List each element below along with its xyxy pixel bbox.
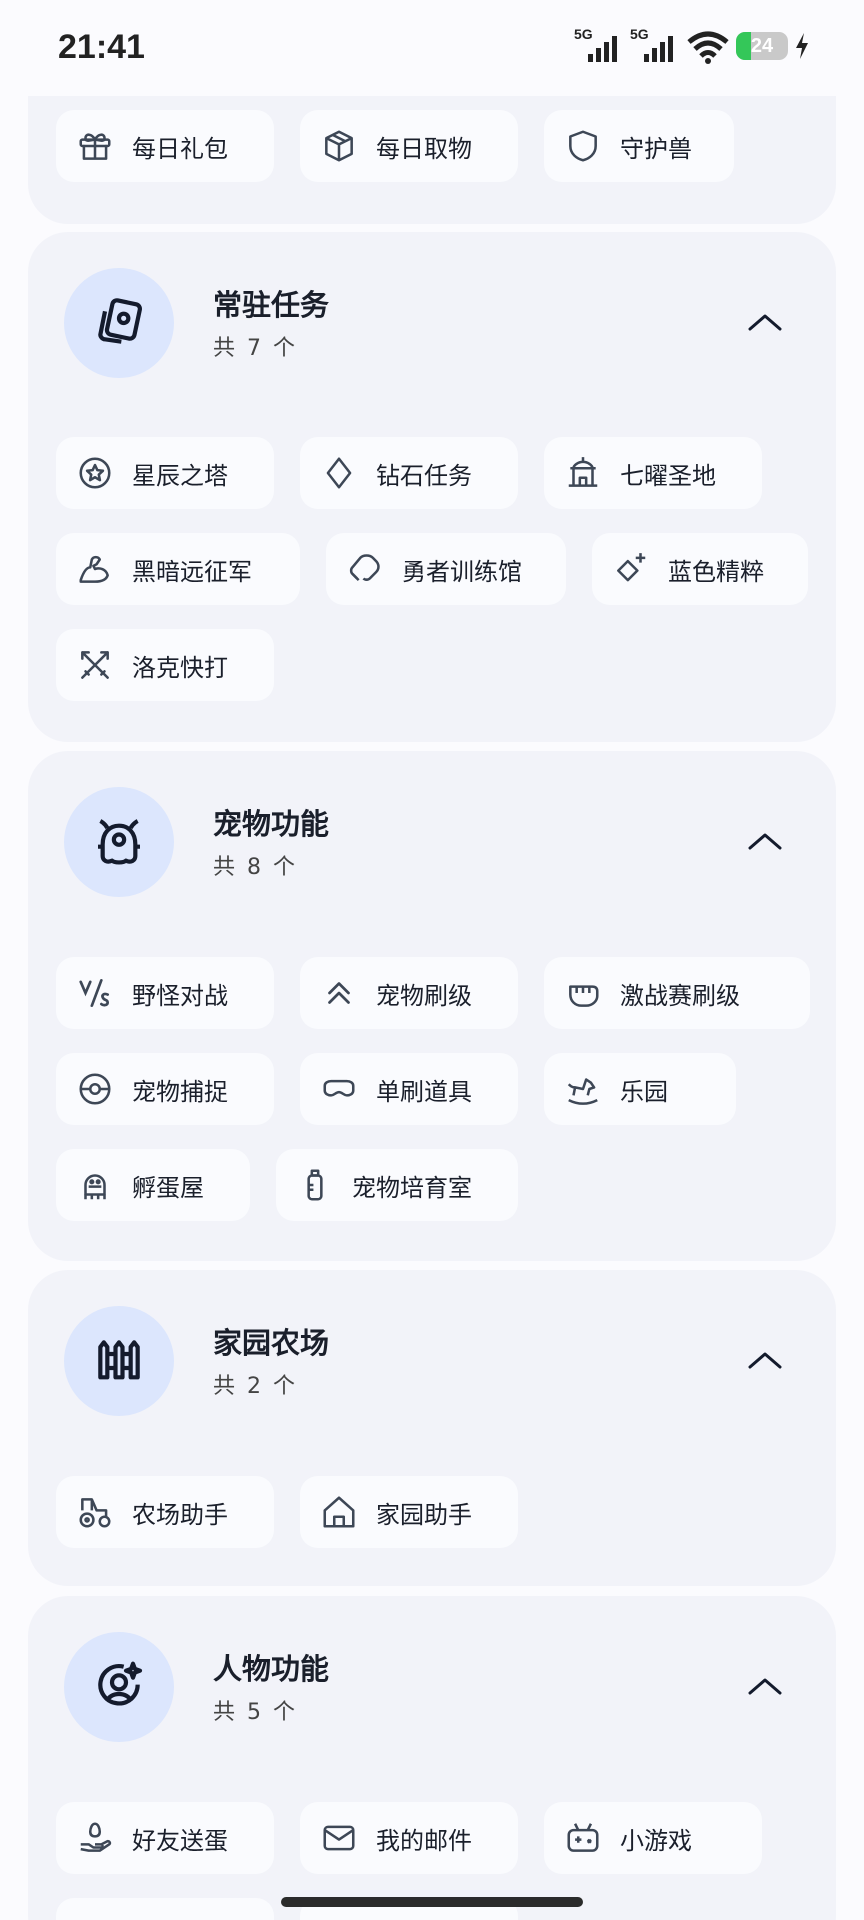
boxing-glove-icon: [344, 548, 386, 590]
chip-solo-items[interactable]: 单刷道具: [300, 1053, 518, 1125]
crossed-swords-icon: [74, 644, 116, 686]
section-count: 共2个: [213, 1374, 298, 1399]
muscle-icon: [74, 548, 116, 590]
user-sparkle-icon: [64, 1632, 174, 1742]
section-card-character-functions: 人物功能 共5个 好友送蛋 我的邮件 小游戏: [28, 1596, 836, 1920]
battery-icon: 24: [736, 32, 788, 60]
gift-icon: [74, 125, 116, 167]
section-header[interactable]: 宠物功能 共8个: [28, 751, 836, 931]
chip-blue-essence[interactable]: 蓝色精粹: [592, 533, 808, 605]
section-card-resident-tasks: 常驻任务 共7个 星辰之塔 钻石任务 七曜圣地 黑暗远征军 勇者训练馆 蓝色精粹…: [28, 232, 836, 742]
fence-icon: [64, 1306, 174, 1416]
home-indicator[interactable]: [281, 1897, 583, 1907]
chip-guardian[interactable]: 守护兽: [544, 110, 734, 182]
section-title: 家园农场: [213, 1326, 330, 1360]
pokeball-icon: [74, 1068, 116, 1110]
chip-pet-leveling[interactable]: 宠物刷级: [300, 957, 518, 1029]
game-console-icon: [562, 1817, 604, 1859]
home-icon: [318, 1491, 360, 1533]
tractor-icon: [74, 1491, 116, 1533]
chip-hatchery[interactable]: 孵蛋屋: [56, 1149, 250, 1221]
chip-home-assistant[interactable]: 家园助手: [300, 1476, 518, 1548]
section-title: 人物功能: [213, 1652, 330, 1686]
chip-daily-gift[interactable]: 每日礼包: [56, 110, 274, 182]
goggles-icon: [318, 1068, 360, 1110]
status-bar: 21:41 5G 5G 24: [0, 0, 864, 96]
chevron-up-icon[interactable]: [730, 287, 800, 357]
signal-icon: 5G: [630, 26, 680, 64]
chip-daily-fetch[interactable]: 每日取物: [300, 110, 518, 182]
mail-icon: [318, 1817, 360, 1859]
chip-rocco-brawl[interactable]: 洛克快打: [56, 629, 274, 701]
section-header[interactable]: 人物功能 共5个: [28, 1596, 836, 1776]
diamond-icon: [318, 452, 360, 494]
chip-pet-capture[interactable]: 宠物捕捉: [56, 1053, 274, 1125]
box-icon: [318, 125, 360, 167]
chip-hero-training[interactable]: 勇者训练馆: [326, 533, 566, 605]
section-title: 常驻任务: [213, 288, 330, 322]
chip-farm-assistant[interactable]: 农场助手: [56, 1476, 274, 1548]
section-count: 共8个: [213, 855, 298, 880]
chip-paradise[interactable]: 乐园: [544, 1053, 736, 1125]
diamond-sparkle-icon: [610, 548, 652, 590]
star-circle-icon: [74, 452, 116, 494]
status-icons: 5G 5G 24: [574, 26, 810, 64]
versus-icon: [74, 972, 116, 1014]
chevron-up-icon[interactable]: [730, 1651, 800, 1721]
chevron-up-icon[interactable]: [730, 1325, 800, 1395]
rocking-horse-icon: [562, 1068, 604, 1110]
fist-icon: [562, 972, 604, 1014]
baby-bottle-icon: [294, 1164, 336, 1206]
chip-partial: [56, 1898, 274, 1920]
chip-diamond-task[interactable]: 钻石任务: [300, 437, 518, 509]
section-card-pet-functions: 宠物功能 共8个 野怪对战 宠物刷级 激战赛刷级 宠物捕捉 单刷道具 乐园 孵蛋…: [28, 751, 836, 1261]
section-card-home-farm: 家园农场 共2个 农场助手 家园助手: [28, 1270, 836, 1586]
chip-my-mail[interactable]: 我的邮件: [300, 1802, 518, 1874]
pet-icon: [64, 787, 174, 897]
chip-dark-expedition[interactable]: 黑暗远征军: [56, 533, 300, 605]
chevron-up-icon[interactable]: [730, 806, 800, 876]
chip-wild-battle[interactable]: 野怪对战: [56, 957, 274, 1029]
chip-arena-leveling[interactable]: 激战赛刷级: [544, 957, 810, 1029]
signal-icon: 5G: [574, 26, 624, 64]
status-time: 21:41: [58, 28, 145, 66]
wifi-icon: [686, 28, 730, 64]
section-count: 共5个: [213, 1700, 298, 1725]
chip-pet-nursery[interactable]: 宠物培育室: [276, 1149, 518, 1221]
chip-seven-shrine[interactable]: 七曜圣地: [544, 437, 762, 509]
shield-icon: [562, 125, 604, 167]
cards-icon: [64, 268, 174, 378]
temple-icon: [562, 452, 604, 494]
chip-star-tower[interactable]: 星辰之塔: [56, 437, 274, 509]
astronaut-icon: [74, 1164, 116, 1206]
charging-icon: [794, 32, 810, 60]
section-title: 宠物功能: [213, 807, 330, 841]
hand-egg-icon: [74, 1817, 116, 1859]
section-header[interactable]: 常驻任务 共7个: [28, 232, 836, 412]
chip-friend-egg[interactable]: 好友送蛋: [56, 1802, 274, 1874]
double-chevron-up-icon: [318, 972, 360, 1014]
section-header[interactable]: 家园农场 共2个: [28, 1270, 836, 1450]
chip-mini-games[interactable]: 小游戏: [544, 1802, 762, 1874]
section-count: 共7个: [213, 336, 298, 361]
